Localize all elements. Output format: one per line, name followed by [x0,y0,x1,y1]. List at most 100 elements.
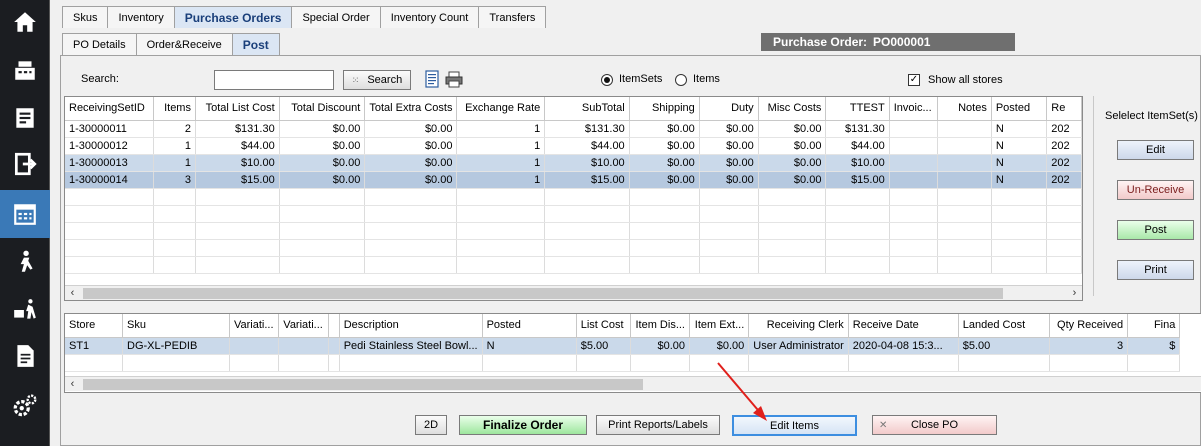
items_grid-header-4[interactable] [328,314,340,338]
items_grid-header-2[interactable]: Variati... [229,314,280,338]
printer-icon[interactable] [445,71,463,88]
receiving-header-4[interactable]: Total Extra Costs [364,97,458,121]
items_grid-header-14[interactable]: Fina [1127,314,1181,338]
empty-cell [848,354,959,372]
receiving-header-9[interactable]: Misc Costs [758,97,827,121]
table-cell: $0.00 [758,137,827,155]
receiving-header-13[interactable]: Posted [991,97,1048,121]
items-scroll-thumb[interactable] [83,379,643,390]
itemsets-radio[interactable] [601,74,613,86]
document-icon[interactable] [425,70,441,88]
nav-reports[interactable] [0,334,50,378]
tab-inventory-count[interactable]: Inventory Count [379,6,480,28]
tab-post[interactable]: Post [231,33,280,55]
edit-itemset-button[interactable]: Edit [1117,140,1194,160]
items_grid-header-3[interactable]: Variati... [278,314,329,338]
nav-signout[interactable] [0,142,50,186]
items-scroll-left-icon[interactable]: ‹ [65,377,80,392]
items_grid-header-7[interactable]: List Cost [576,314,631,338]
print-itemset-button[interactable]: Print [1117,260,1194,280]
purchase-order-header: Purchase Order: PO000001 [761,33,1015,51]
show-all-stores-checkbox[interactable]: ✓ [908,74,920,86]
nav-receipts[interactable] [0,96,50,140]
nav-inventory[interactable] [0,190,50,238]
items_grid-header-8[interactable]: Item Dis... [630,314,691,338]
receiving-header-3[interactable]: Total Discount [279,97,366,121]
finalize-order-button[interactable]: Finalize Order [459,415,587,435]
empty-cell [364,222,458,240]
empty-cell [279,239,366,257]
table-row[interactable]: 1-30000014 3 $15.00 $0.00 $0.00 1 $15.00 $0.00 $… [65,171,1082,189]
table-cell: $0.00 [279,137,366,155]
items_grid-header-13[interactable]: Qty Received [1049,314,1129,338]
table-row[interactable]: ST1 DG-XL-PEDIB Pedi Stainless Steel Bowl.… [65,337,1201,355]
items-radio[interactable] [675,74,687,86]
table-row[interactable]: 1-30000012 1 $44.00 $0.00 $0.00 1 $44.00 $0.00 $… [65,137,1082,155]
items_grid-header-5[interactable]: Description [339,314,483,338]
tab-inventory[interactable]: Inventory [107,6,175,28]
receiving-header-1[interactable]: Items [153,97,196,121]
receiving-hscrollbar[interactable]: ‹ › [65,285,1082,300]
table-cell: $ [1127,337,1181,355]
tab-purchase-orders[interactable]: Purchase Orders [173,6,293,28]
items-hscrollbar[interactable]: ‹ [65,376,1201,391]
items_grid-header-6[interactable]: Posted [482,314,577,338]
receiving-header-10[interactable]: TTEST [825,97,890,121]
empty-cell [699,239,759,257]
table-cell [889,171,938,189]
receiving-header-11[interactable]: Invoic... [889,97,938,121]
cash-register-icon [15,61,35,80]
empty-cell [629,188,700,206]
po-number: PO000001 [873,35,931,49]
main-tabs: Skus Inventory Purchase Orders Special O… [62,6,547,28]
items_grid-header-9[interactable]: Item Ext... [689,314,750,338]
receiving-header-6[interactable]: SubTotal [544,97,630,121]
items_grid-header-1[interactable]: Sku [122,314,230,338]
search-button[interactable]: ⁙ Search [343,70,411,90]
table-cell: $44.00 [195,137,280,155]
table-cell: $44.00 [825,137,890,155]
tab-order-receive[interactable]: Order&Receive [135,33,233,55]
receiving-header-7[interactable]: Shipping [629,97,700,121]
empty-cell [1049,354,1129,372]
items_grid-header-0[interactable]: Store [65,314,123,338]
table-cell: $0.00 [758,171,827,189]
items_grid-header-10[interactable]: Receiving Clerk [748,314,849,338]
nav-register[interactable] [0,48,50,92]
nav-home[interactable] [0,0,50,44]
items_grid-header-11[interactable]: Receive Date [848,314,959,338]
tab-skus[interactable]: Skus [62,6,109,28]
tab-special-order[interactable]: Special Order [291,6,381,28]
2d-button[interactable]: 2D [415,415,447,435]
scroll-right-icon[interactable]: › [1067,286,1082,300]
tab-transfers[interactable]: Transfers [478,6,547,28]
post-button[interactable]: Post [1117,220,1194,240]
receiving-header-8[interactable]: Duty [699,97,759,121]
nav-customers[interactable] [0,240,50,284]
table-row[interactable]: 1-30000013 1 $10.00 $0.00 $0.00 1 $10.00 $0.00 $… [65,154,1082,172]
close-po-button[interactable]: ✕ Close PO [872,415,997,435]
table-row[interactable]: 1-30000011 2 $131.30 $0.00 $0.00 1 $131.30 $0.0… [65,120,1082,138]
receiving-header-12[interactable]: Notes [937,97,992,121]
nav-settings[interactable] [0,384,50,428]
nav-delivery[interactable] [0,288,50,332]
annotation-arrow [717,362,767,421]
empty-cell [1046,188,1082,206]
receiving-header-5[interactable]: Exchange Rate [456,97,546,121]
scroll-thumb[interactable] [83,288,1003,299]
sub-tabs: PO Details Order&Receive Post [62,33,280,55]
scroll-left-icon[interactable]: ‹ [65,286,80,300]
tab-po-details[interactable]: PO Details [62,33,137,55]
empty-row [65,205,1082,223]
unreceive-button[interactable]: Un-Receive [1117,180,1194,200]
table-cell: 1-30000011 [65,120,155,138]
empty-cell [825,205,890,223]
search-input[interactable] [214,70,334,90]
delivery-cart-icon [14,299,36,319]
table-cell: $0.00 [629,120,700,138]
receiving-header-0[interactable]: ReceivingSetID [65,97,155,121]
receiving-header-14[interactable]: Re [1046,97,1082,121]
receiving-header-2[interactable]: Total List Cost [195,97,280,121]
items_grid-header-12[interactable]: Landed Cost [958,314,1051,338]
empty-cell [991,239,1048,257]
